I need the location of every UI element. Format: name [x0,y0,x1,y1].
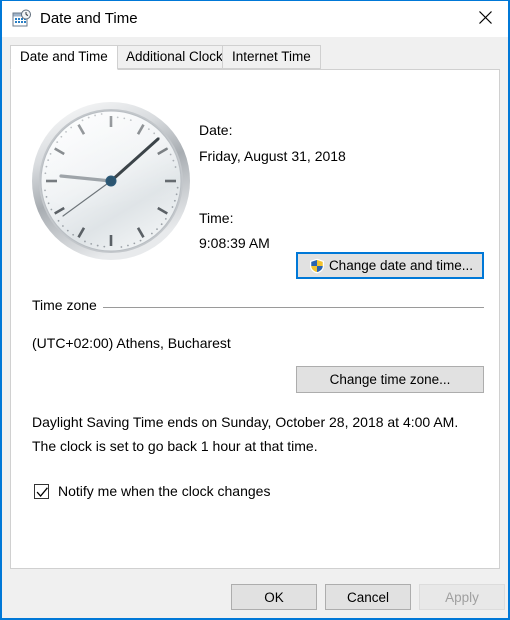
change-time-zone-button-label: Change time zone... [329,372,451,387]
time-value: 9:08:39 AM [199,235,270,251]
checkmark-icon [36,486,48,497]
date-and-time-tab-panel: Date: Friday, August 31, 2018 Time: 9:08… [10,69,500,569]
time-label: Time: [199,210,234,226]
date-label: Date: [199,122,233,138]
tab-internet-time[interactable]: Internet Time [222,45,321,69]
time-zone-group-label: Time zone [32,297,103,313]
daylight-saving-line-1: Daylight Saving Time ends on Sunday, Oct… [32,414,459,430]
cancel-button[interactable]: Cancel [325,584,411,610]
date-and-time-dialog: Date and Time Date and Time Additional C… [0,0,510,620]
calendar-clock-icon [12,9,32,29]
close-icon [478,10,492,24]
title-bar: Date and Time [2,1,508,37]
notify-clock-changes-row[interactable]: Notify me when the clock changes [34,483,270,499]
dialog-footer: OK Cancel Apply [2,571,508,618]
tab-strip: Date and Time Additional Clocks Internet… [10,45,500,70]
date-value: Friday, August 31, 2018 [199,148,346,164]
time-zone-value: (UTC+02:00) Athens, Bucharest [32,335,231,351]
apply-button: Apply [419,584,505,610]
change-date-and-time-button[interactable]: Change date and time... [296,252,484,279]
window-title: Date and Time [40,10,138,27]
analog-clock-icon [30,100,192,262]
ok-button[interactable]: OK [231,584,317,610]
tab-date-and-time[interactable]: Date and Time [10,45,118,70]
change-date-and-time-button-label: Change date and time... [328,258,474,273]
notify-clock-changes-checkbox[interactable] [34,483,49,499]
change-time-zone-button[interactable]: Change time zone... [296,366,484,393]
uac-shield-icon [309,258,325,274]
close-button[interactable] [462,1,508,33]
notify-clock-changes-label: Notify me when the clock changes [58,483,271,499]
daylight-saving-line-2: The clock is set to go back 1 hour at th… [32,438,318,454]
